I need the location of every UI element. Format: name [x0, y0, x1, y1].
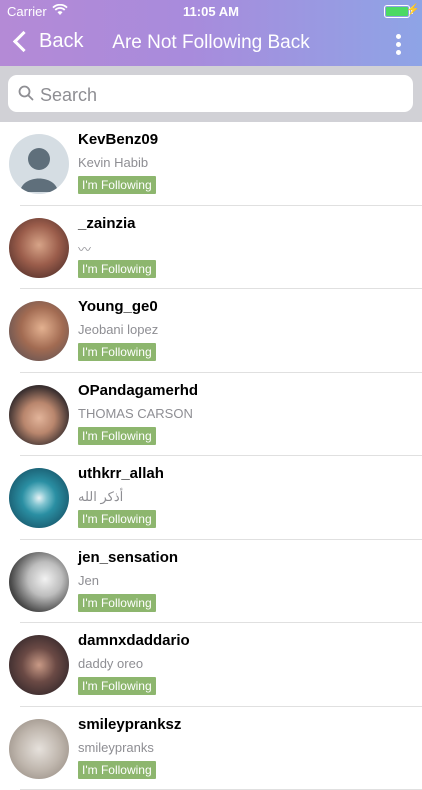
search-bar — [0, 66, 422, 122]
username: jen_sensation — [78, 549, 178, 566]
full-name: daddy oreo — [78, 656, 143, 671]
following-badge[interactable]: I'm Following — [78, 343, 156, 361]
avatar — [9, 134, 69, 194]
following-badge[interactable]: I'm Following — [78, 761, 156, 779]
full-name: 〰 — [78, 239, 91, 258]
user-list: KevBenz09 Kevin Habib I'm Following _zai… — [0, 122, 422, 790]
avatar — [9, 218, 69, 278]
following-badge[interactable]: I'm Following — [78, 176, 156, 194]
username: KevBenz09 — [78, 131, 158, 148]
following-badge[interactable]: I'm Following — [78, 260, 156, 278]
status-bar: Carrier 11:05 AM ⚡ — [0, 0, 422, 22]
list-item[interactable]: jen_sensation Jen I'm Following — [0, 540, 422, 624]
full-name: Kevin Habib — [78, 155, 148, 170]
username: damnxdaddario — [78, 632, 190, 649]
charging-icon: ⚡ — [406, 3, 420, 16]
page-title: Are Not Following Back — [0, 32, 422, 54]
username: OPandagamerhd — [78, 382, 198, 399]
following-badge[interactable]: I'm Following — [78, 594, 156, 612]
list-item[interactable]: uthkrr_allah أذكر الله I'm Following — [0, 456, 422, 540]
avatar — [9, 468, 69, 528]
following-badge[interactable]: I'm Following — [78, 677, 156, 695]
following-badge[interactable]: I'm Following — [78, 510, 156, 528]
full-name: THOMAS CARSON — [78, 406, 193, 421]
list-item[interactable]: _zainzia 〰 I'm Following — [0, 206, 422, 290]
header: Carrier 11:05 AM ⚡ Back Are Not Followin… — [0, 0, 422, 66]
full-name: Jeobani lopez — [78, 322, 158, 337]
list-item[interactable]: smileypranksz smileypranks I'm Following — [0, 707, 422, 790]
list-item[interactable]: Young_ge0 Jeobani lopez I'm Following — [0, 289, 422, 373]
search-input[interactable] — [38, 81, 402, 109]
full-name: smileypranks — [78, 740, 154, 755]
avatar — [9, 719, 69, 779]
following-badge[interactable]: I'm Following — [78, 427, 156, 445]
username: smileypranksz — [78, 716, 181, 733]
list-item[interactable]: OPandagamerhd THOMAS CARSON I'm Followin… — [0, 373, 422, 457]
avatar — [9, 385, 69, 445]
full-name: Jen — [78, 573, 99, 588]
search-field[interactable] — [8, 75, 413, 112]
nav-bar: Back Are Not Following Back — [0, 22, 422, 66]
username: _zainzia — [78, 215, 136, 232]
full-name: أذكر الله — [78, 489, 123, 505]
search-icon — [18, 85, 34, 106]
username: Young_ge0 — [78, 298, 158, 315]
avatar — [9, 301, 69, 361]
avatar — [9, 552, 69, 612]
avatar — [9, 635, 69, 695]
username: uthkrr_allah — [78, 465, 164, 482]
more-options-icon[interactable] — [396, 34, 402, 58]
list-item[interactable]: damnxdaddario daddy oreo I'm Following — [0, 623, 422, 707]
list-item[interactable]: KevBenz09 Kevin Habib I'm Following — [0, 122, 422, 206]
status-time: 11:05 AM — [0, 4, 422, 19]
